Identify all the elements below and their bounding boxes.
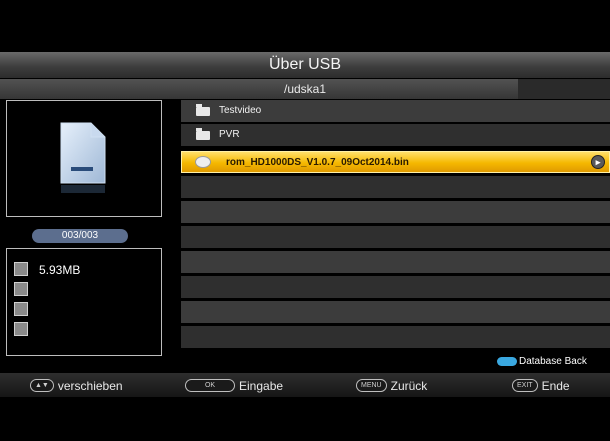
media-icon bbox=[14, 322, 28, 336]
size-icon bbox=[14, 262, 28, 276]
up-down-key-icon: ▲▼ bbox=[30, 379, 54, 393]
path-label: /udska1 bbox=[283, 82, 327, 96]
database-back-label: Database Back bbox=[519, 356, 587, 367]
hint-exit: EXIT Ende bbox=[512, 373, 570, 397]
usb-browser-screen: { "title": "Über USB", "path": "/udska1"… bbox=[0, 0, 610, 441]
database-back-key[interactable]: Database Back bbox=[497, 356, 587, 370]
empty-row bbox=[181, 251, 610, 273]
file-info-panel: 5.93MB bbox=[6, 248, 162, 356]
hint-move-label: verschieben bbox=[57, 378, 123, 393]
file-size: 5.93MB bbox=[39, 263, 81, 277]
hint-exit-label: Ende bbox=[541, 378, 570, 393]
file-name: rom_HD1000DS_V1.0.7_09Oct2014.bin bbox=[226, 157, 409, 168]
hint-move: ▲▼ verschieben bbox=[30, 373, 123, 397]
disc-icon bbox=[195, 156, 211, 168]
blue-key-icon bbox=[497, 357, 517, 366]
hint-back-label: Zurück bbox=[390, 378, 428, 393]
file-list: Testvideo PVR rom_HD1000DS_V1.0.7_09Oct2… bbox=[181, 100, 610, 367]
user-icon bbox=[14, 282, 28, 296]
hint-back: MENU Zurück bbox=[356, 373, 427, 397]
folder-icon bbox=[196, 128, 210, 140]
current-path: /udska1 bbox=[0, 79, 610, 99]
folder-icon bbox=[196, 104, 210, 116]
document-file-icon bbox=[60, 122, 106, 193]
file-name: Testvideo bbox=[219, 105, 262, 116]
exit-key-icon: EXIT bbox=[512, 379, 538, 393]
empty-row bbox=[181, 326, 610, 348]
file-counter: 003/003 bbox=[32, 229, 128, 243]
empty-row bbox=[181, 276, 610, 298]
list-item-pvr[interactable]: PVR bbox=[181, 124, 610, 146]
hint-enter: OK Eingabe bbox=[185, 373, 283, 397]
file-name: PVR bbox=[219, 129, 240, 140]
menu-key-icon: MENU bbox=[356, 379, 387, 393]
list-item-selected-firmware[interactable]: rom_HD1000DS_V1.0.7_09Oct2014.bin ▸ bbox=[181, 151, 610, 173]
play-icon: ▸ bbox=[591, 155, 605, 169]
hint-bar: ▲▼ verschieben OK Eingabe MENU Zurück EXIT E… bbox=[0, 373, 610, 397]
list-item-testvideo[interactable]: Testvideo bbox=[181, 100, 610, 122]
empty-row bbox=[181, 176, 610, 198]
folder-info-icon bbox=[14, 302, 28, 316]
empty-row bbox=[181, 301, 610, 323]
empty-row bbox=[181, 201, 610, 223]
file-preview-panel bbox=[6, 100, 162, 217]
page-title: Über USB bbox=[0, 52, 610, 78]
hint-enter-label: Eingabe bbox=[239, 378, 284, 393]
ok-key-icon: OK bbox=[185, 379, 235, 393]
empty-row bbox=[181, 226, 610, 248]
